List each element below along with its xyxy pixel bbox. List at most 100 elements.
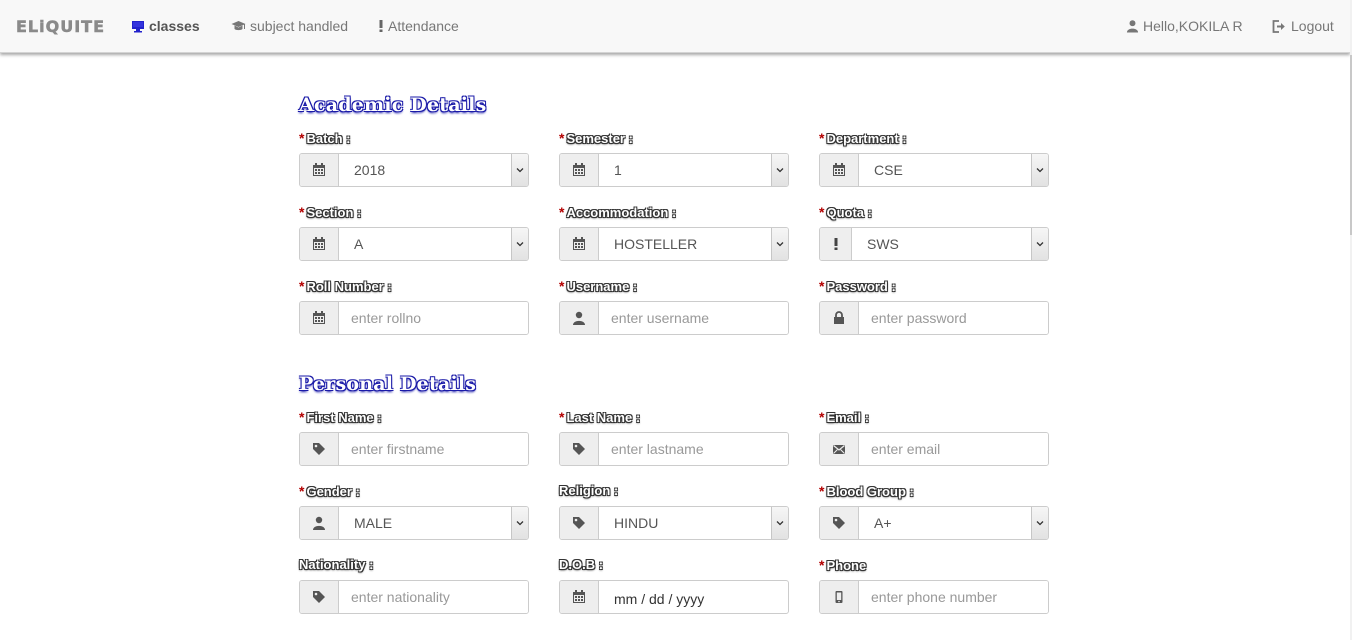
email-field[interactable]	[819, 432, 1049, 466]
tag-icon	[300, 433, 339, 465]
username-label: * Username :	[559, 278, 638, 294]
envelope-icon	[820, 433, 859, 465]
chevron-down-icon	[1031, 154, 1048, 186]
calendar-icon	[820, 154, 859, 186]
academic-details-heading: Academic Details	[299, 94, 487, 116]
dob-input[interactable]: mm / dd / yyyy	[599, 581, 788, 613]
gender-select-value[interactable]: MALE	[339, 507, 528, 539]
bloodgroup-select[interactable]: A+	[819, 506, 1049, 540]
semester-select[interactable]: 1	[559, 153, 789, 187]
quota-select[interactable]: SWS	[819, 227, 1049, 261]
nav-item-subject-handled[interactable]: subject handled	[231, 18, 348, 34]
department-label: * Department :	[819, 130, 907, 146]
lastname-field[interactable]	[559, 432, 789, 466]
logout-button[interactable]: Logout	[1272, 18, 1334, 34]
bloodgroup-select-value[interactable]: A+	[859, 507, 1048, 539]
nav-label-attendance: Attendance	[388, 18, 459, 34]
quota-select-value[interactable]: SWS	[852, 228, 1048, 260]
chevron-down-icon	[511, 154, 528, 186]
accommodation-label: * Accommodation :	[559, 204, 677, 220]
nav-label-subject-handled: subject handled	[250, 18, 349, 34]
batch-label: * Batch :	[299, 130, 351, 146]
password-field[interactable]	[819, 301, 1049, 335]
chevron-down-icon	[1031, 228, 1048, 260]
section-select-value[interactable]: A	[339, 228, 528, 260]
rollno-label: * Roll Number :	[299, 278, 392, 294]
email-label: * Email :	[819, 409, 870, 425]
batch-select[interactable]: 2018	[299, 153, 529, 187]
calendar-icon	[560, 581, 599, 613]
religion-label: Religion :	[559, 483, 619, 498]
logout-icon	[1272, 19, 1287, 33]
lastname-label: * Last Name :	[559, 409, 641, 425]
dob-label: D.O.B :	[559, 557, 604, 572]
chevron-down-icon	[771, 154, 788, 186]
logout-label: Logout	[1291, 18, 1334, 34]
tag-icon	[300, 581, 339, 613]
tag-icon	[560, 433, 599, 465]
firstname-label: * First Name :	[299, 409, 382, 425]
rollno-field[interactable]	[299, 301, 529, 335]
tag-icon	[560, 507, 599, 539]
personal-details-heading: Personal Details	[299, 373, 477, 395]
firstname-field[interactable]	[299, 432, 529, 466]
quota-label: * Quota :	[819, 204, 872, 220]
lastname-input[interactable]	[599, 433, 788, 465]
calendar-icon	[300, 154, 339, 186]
firstname-input[interactable]	[339, 433, 528, 465]
chevron-down-icon	[1031, 507, 1048, 539]
accommodation-select[interactable]: HOSTELLER	[559, 227, 789, 261]
password-label: * Password :	[819, 278, 896, 294]
chevron-down-icon	[511, 507, 528, 539]
email-input[interactable]	[859, 433, 1048, 465]
section-label: * Section :	[299, 204, 362, 220]
exclamation-icon	[378, 19, 384, 33]
monitor-icon	[131, 20, 145, 33]
chevron-down-icon	[511, 228, 528, 260]
nationality-label: Nationality :	[299, 557, 374, 572]
phone-icon	[820, 581, 859, 613]
exclamation-icon	[820, 228, 852, 260]
user-icon	[300, 507, 339, 539]
accommodation-select-value[interactable]: HOSTELLER	[599, 228, 788, 260]
tag-icon	[820, 507, 859, 539]
phone-field[interactable]	[819, 580, 1049, 614]
semester-label: * Semester :	[559, 130, 633, 146]
username-field[interactable]	[559, 301, 789, 335]
dob-field[interactable]: mm / dd / yyyy	[559, 580, 789, 614]
user-icon	[560, 302, 599, 334]
brand-logo[interactable]: ELiQUITE	[16, 17, 105, 37]
graduation-cap-icon	[231, 20, 246, 32]
gender-label: * Gender :	[299, 483, 360, 499]
gender-select[interactable]: MALE	[299, 506, 529, 540]
username-input[interactable]	[599, 302, 788, 334]
religion-select[interactable]: HINDU	[559, 506, 789, 540]
calendar-icon	[560, 154, 599, 186]
phone-label: * Phone	[819, 557, 867, 573]
nav-label-classes: classes	[149, 18, 200, 34]
phone-input[interactable]	[859, 581, 1048, 613]
rollno-input[interactable]	[339, 302, 528, 334]
nav-item-classes[interactable]: classes	[131, 18, 200, 34]
batch-select-value[interactable]: 2018	[339, 154, 528, 186]
calendar-icon	[300, 228, 339, 260]
calendar-icon	[560, 228, 599, 260]
chevron-down-icon	[771, 507, 788, 539]
user-greeting-text: Hello,KOKILA R	[1143, 18, 1243, 34]
bloodgroup-label: * Blood Group :	[819, 483, 914, 499]
nationality-field[interactable]	[299, 580, 529, 614]
department-select-value[interactable]: CSE	[859, 154, 1048, 186]
navbar: ELiQUITE classes subject handled Attenda…	[0, 0, 1350, 53]
lock-icon	[820, 302, 859, 334]
semester-select-value[interactable]: 1	[599, 154, 788, 186]
calendar-icon	[300, 302, 339, 334]
user-icon	[1126, 19, 1139, 33]
password-input[interactable]	[859, 302, 1048, 334]
nav-item-attendance[interactable]: Attendance	[378, 18, 459, 34]
section-select[interactable]: A	[299, 227, 529, 261]
religion-select-value[interactable]: HINDU	[599, 507, 788, 539]
chevron-down-icon	[771, 228, 788, 260]
user-greeting[interactable]: Hello,KOKILA R	[1126, 18, 1243, 34]
department-select[interactable]: CSE	[819, 153, 1049, 187]
nationality-input[interactable]	[339, 581, 528, 613]
